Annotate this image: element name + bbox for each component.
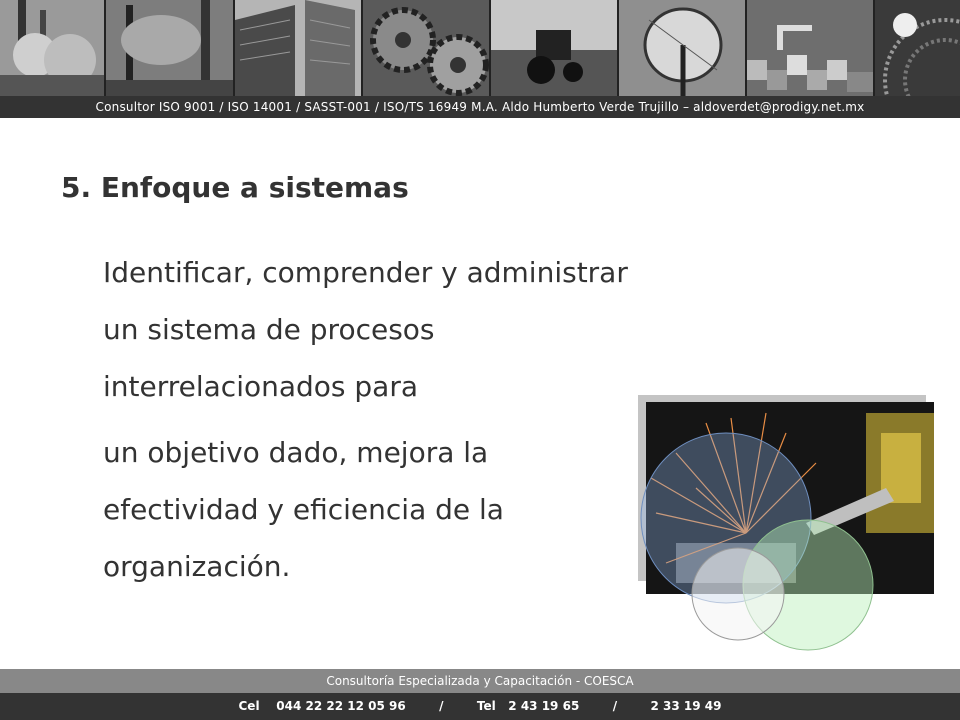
gears-image: [362, 0, 491, 96]
office-towers-image: [234, 0, 363, 96]
machinery-pixels-image: [747, 0, 876, 96]
company-name-strip: Consultoría Especializada y Capacitación…: [0, 669, 960, 693]
welding-robot-illustration: [636, 393, 946, 653]
consultant-contact-strip: Consultor ISO 9001 / ISO 14001 / SASST-0…: [0, 96, 960, 118]
industrial-chimneys-image: [106, 0, 235, 96]
slide-title: 5. Enfoque a sistemas: [61, 171, 409, 204]
slide-paragraph-1: Identificar, comprender y administrar un…: [103, 256, 628, 403]
header-image-banner: [0, 0, 960, 96]
welder-turbine-image: [875, 0, 960, 96]
slide-paragraph-2: un objetivo dado, mejora la efectividad …: [103, 436, 504, 583]
smokestacks-image: [0, 0, 107, 96]
phone-numbers-strip: Cel 044 22 22 12 05 96 / Tel 2 43 19 65 …: [0, 693, 960, 720]
satellite-dish-image: [619, 0, 748, 96]
tractor-field-image: [490, 0, 620, 96]
